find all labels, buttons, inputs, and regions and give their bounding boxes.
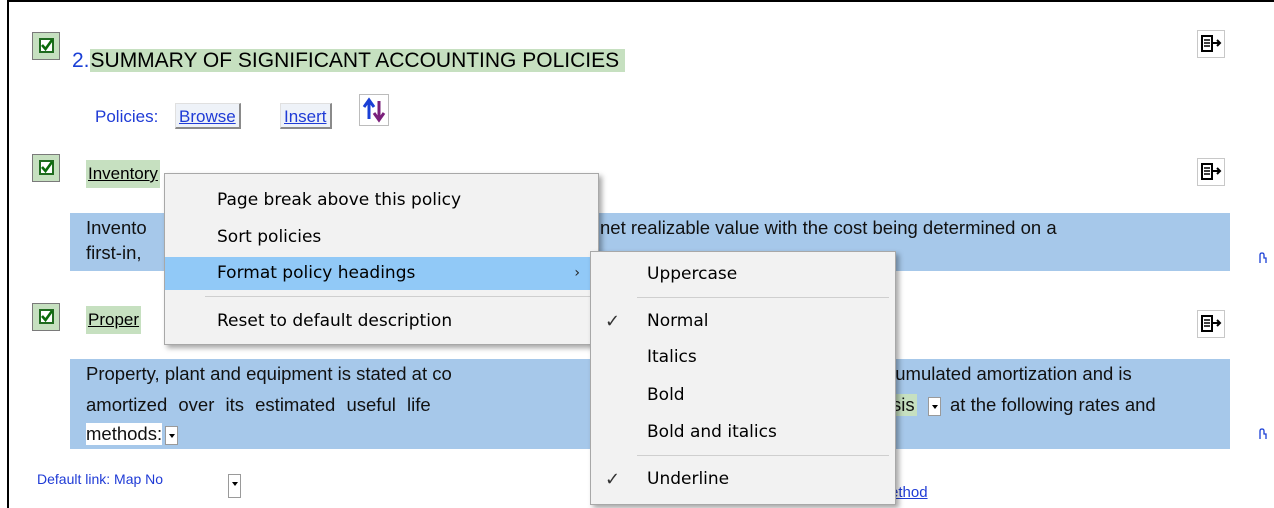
default-link-dropdown[interactable] (228, 474, 241, 498)
desc-line: first-in, (86, 242, 142, 263)
menu-item-format-headings[interactable]: Format policy headings › (165, 257, 598, 290)
checkmark-icon: ✓ (605, 469, 621, 490)
submenu-item-uppercase[interactable]: Uppercase (591, 258, 895, 291)
submenu-item-bold[interactable]: Bold (591, 379, 895, 412)
submenu-item-italics[interactable]: Italics (591, 341, 895, 374)
browse-button[interactable]: Browse (175, 103, 241, 129)
section-number: 2. (72, 49, 90, 72)
format-submenu: Uppercase ✓ Normal Italics Bold Bold and … (590, 251, 896, 505)
checkmark-icon: ✓ (605, 311, 621, 332)
window-frame-left (7, 0, 9, 508)
section-checkbox[interactable] (32, 32, 60, 60)
methods-dropdown[interactable] (165, 426, 178, 445)
submenu-item-underline[interactable]: ✓ Underline (591, 463, 895, 496)
policies-label: Policies: (95, 107, 159, 126)
property-heading[interactable]: Proper (86, 306, 142, 334)
desc-line: amortized over its estimated useful life (86, 394, 431, 415)
sort-arrows-icon[interactable] (359, 94, 389, 126)
inventory-heading[interactable]: Inventory (86, 160, 160, 188)
section-title: 2.SUMMARY OF SIGNIFICANT ACCOUNTING POLI… (72, 45, 626, 77)
menu-item-sort-policies[interactable]: Sort policies (165, 221, 598, 254)
basis-dropdown[interactable] (928, 397, 941, 416)
desc-line: net realizable value with the cost being… (600, 217, 1057, 238)
insert-text-icon[interactable] (1197, 310, 1225, 338)
desc-line: Invento (86, 217, 147, 238)
chevron-right-icon: › (574, 265, 580, 281)
section-title-text: SUMMARY OF SIGNIFICANT ACCOUNTING POLICI… (89, 49, 626, 72)
desc-line: cumulated amortization and is (886, 363, 1132, 384)
hand-pointer-icon[interactable] (1255, 426, 1269, 440)
desc-line: Property, plant and equipment is stated … (86, 363, 452, 384)
menu-item-reset-description[interactable]: Reset to default description (165, 305, 598, 338)
menu-separator (205, 296, 592, 297)
menu-item-page-break[interactable]: Page break above this policy (165, 184, 598, 217)
submenu-item-bold-italics[interactable]: Bold and italics (591, 416, 895, 449)
menu-separator (637, 455, 889, 456)
inventory-checkbox[interactable] (32, 154, 60, 182)
insert-button[interactable]: Insert (280, 103, 332, 129)
insert-text-icon[interactable] (1197, 30, 1225, 58)
menu-separator (637, 297, 889, 298)
context-menu: Page break above this policy Sort polici… (164, 173, 599, 345)
methods-field[interactable]: methods: (86, 423, 163, 445)
window-frame-top (7, 0, 1274, 2)
property-checkbox[interactable] (32, 303, 60, 331)
submenu-item-normal[interactable]: ✓ Normal (591, 305, 895, 338)
hand-pointer-icon[interactable] (1255, 250, 1269, 264)
checkmark-icon (41, 39, 54, 52)
desc-line: at the following rates and (950, 394, 1156, 415)
default-link-label[interactable]: Default link: Map No (37, 471, 163, 487)
insert-text-icon[interactable] (1197, 158, 1225, 186)
